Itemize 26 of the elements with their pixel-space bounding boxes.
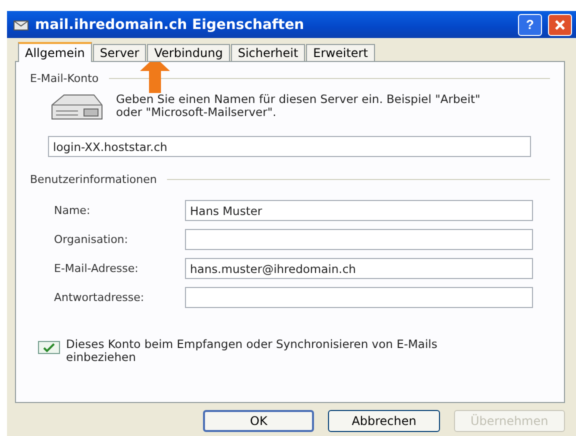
window-title: mail.ihredomain.ch Eigenschaften (35, 16, 306, 32)
tab[interactable]: Server (92, 44, 146, 62)
field-label: Organisation: (54, 233, 129, 246)
tab[interactable]: Allgemein (18, 42, 92, 62)
dialog-button[interactable]: OK (203, 410, 314, 432)
close-icon (554, 18, 566, 30)
section-label: E-Mail-Konto (30, 72, 99, 85)
field-label: Antwortadresse: (54, 291, 146, 304)
tab[interactable]: Sicherheit (230, 44, 306, 62)
input-field[interactable]: hans.muster@ihredomain.ch (185, 258, 533, 279)
description-text: Geben Sie einen Namen für diesen Server ein. Beispiel "Arbeit" oder "Microsoft-Mailserver". (116, 93, 482, 119)
checkbox-label: Dieses Konto beim Empfangen oder Synchronisieren von E-Mails einbeziehen (66, 338, 438, 364)
dialog-button[interactable]: Abbrechen (328, 410, 440, 432)
server-name-field[interactable]: login-XX.hoststar.ch (48, 136, 531, 157)
field-label: E-Mail-Adresse: (54, 262, 140, 275)
input-field[interactable] (185, 287, 533, 308)
tab[interactable]: Erweitert (306, 44, 375, 62)
field-label: Name: (54, 204, 92, 217)
input-field[interactable]: Hans Muster (185, 200, 533, 221)
mail-icon (13, 18, 29, 32)
help-button[interactable]: ? (518, 14, 542, 36)
tab[interactable]: Verbindung (147, 44, 230, 62)
section-label: Benutzerinformationen (30, 173, 157, 186)
input-field[interactable] (185, 229, 533, 250)
close-button[interactable] (548, 14, 572, 36)
checkbox[interactable] (38, 341, 60, 354)
